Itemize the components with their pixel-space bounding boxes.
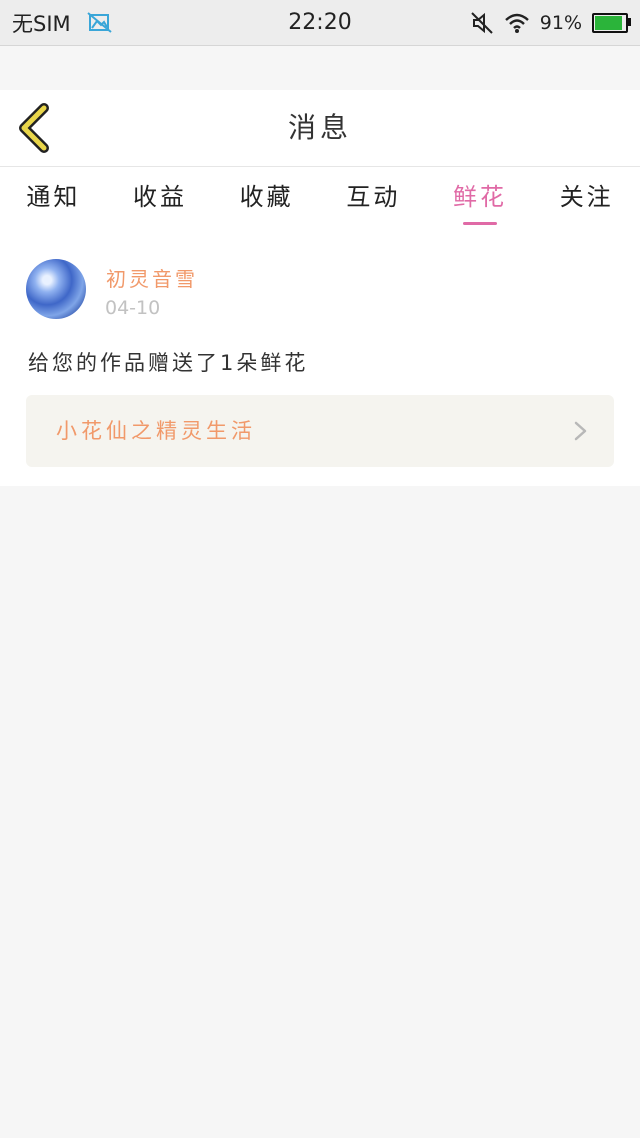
tab-label: 收益 (133, 183, 187, 211)
mute-icon (471, 11, 493, 34)
user-name[interactable]: 初灵音雪 (106, 263, 198, 292)
tab-label: 收藏 (239, 183, 294, 211)
tab-label: 互动 (346, 183, 401, 211)
message-item: 初灵音雪 04-10 给您的作品赠送了1朵鲜花 小花仙之精灵生活 (0, 231, 640, 486)
header-bar: 消息 (0, 90, 640, 167)
page-title: 消息 (287, 111, 352, 144)
tab-label: 通知 (26, 183, 81, 211)
tab-label: 关注 (559, 183, 614, 211)
tab-label: 鲜花 (453, 183, 508, 211)
wifi-icon (504, 13, 529, 33)
active-tab-indicator (463, 222, 498, 225)
avatar[interactable] (26, 259, 86, 319)
work-link-card[interactable]: 小花仙之精灵生活 (26, 395, 614, 467)
tab-following[interactable]: 关注 (533, 167, 640, 231)
tab-notifications[interactable]: 通知 (0, 167, 107, 231)
status-bar-right: 91% (470, 0, 631, 45)
tab-favorites[interactable]: 收藏 (213, 167, 320, 231)
chevron-right-icon (574, 421, 587, 441)
battery-icon (592, 12, 631, 33)
work-title: 小花仙之精灵生活 (56, 419, 256, 443)
tab-interactions[interactable]: 互动 (320, 167, 427, 231)
battery-percent: 91% (539, 11, 582, 34)
status-bar: 无SIM 22:20 91% (0, 0, 640, 46)
message-text: 给您的作品赠送了1朵鲜花 (28, 351, 309, 375)
battery-fill (595, 15, 623, 30)
message-date: 04-10 (105, 297, 161, 319)
tab-earnings[interactable]: 收益 (107, 167, 214, 231)
tab-bar: 通知 收益 收藏 互动 鲜花 关注 (0, 167, 640, 231)
tab-flowers[interactable]: 鲜花 (427, 167, 534, 231)
